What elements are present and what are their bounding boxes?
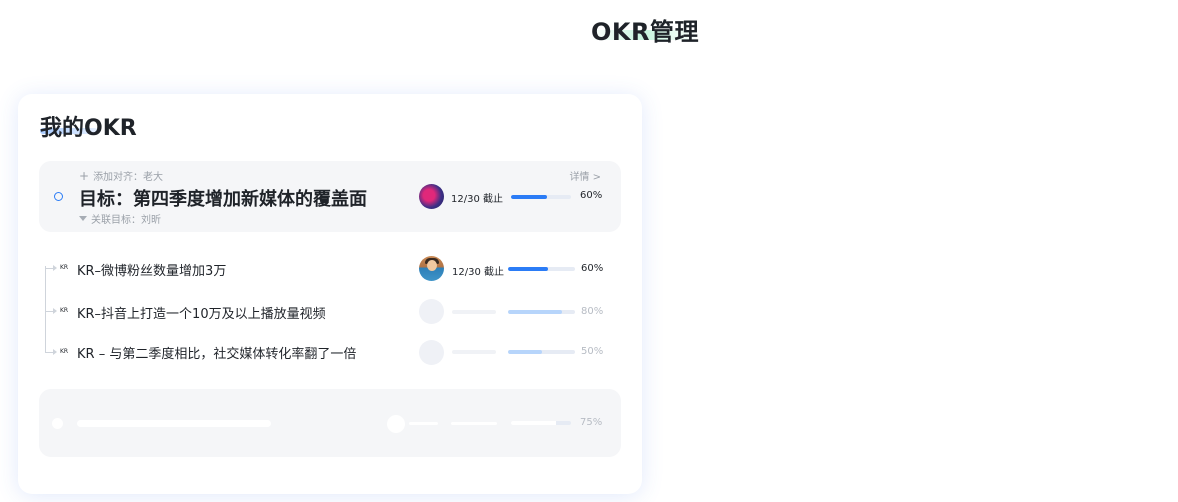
kr-owner-avatar[interactable] xyxy=(419,256,444,281)
tree-arrow-icon xyxy=(53,349,57,355)
kr-title[interactable]: KR–微博粉丝数量增加3万 xyxy=(77,260,226,279)
owner-avatar[interactable] xyxy=(419,184,444,209)
placeholder-line xyxy=(451,422,497,425)
kr-progress-fill xyxy=(508,350,542,354)
due-date-placeholder xyxy=(452,350,496,354)
card-title: 我的OKR xyxy=(40,116,137,141)
plus-icon: + xyxy=(79,168,90,183)
tree-connector xyxy=(45,266,46,352)
kr-progress-label: 50% xyxy=(581,346,604,357)
kr-progress-label: 60% xyxy=(581,263,604,274)
tree-arrow-icon xyxy=(53,308,57,314)
objective-panel[interactable]: + 添加对齐：老大 详情 > 目标：第四季度增加新媒体的覆盖面 关联目标：刘昕 … xyxy=(39,161,621,232)
page-title: OKR管理 xyxy=(591,18,699,46)
due-date-placeholder xyxy=(452,310,496,314)
tree-arrow-icon xyxy=(53,265,57,271)
objective-progress-fill xyxy=(511,195,547,199)
objective-title[interactable]: 目标：第四季度增加新媒体的覆盖面 xyxy=(79,185,367,211)
kr-progress-fill xyxy=(508,310,562,314)
kr-title[interactable]: KR – 与第二季度相比，社交媒体转化率翻了一倍 xyxy=(77,343,356,362)
kr-tag: KR xyxy=(60,348,69,355)
my-okr-card: 我的OKR + 添加对齐：老大 详情 > 目标：第四季度增加新媒体的覆盖面 关联… xyxy=(18,94,642,494)
kr-progress-bar xyxy=(508,310,575,314)
kr-progress-bar xyxy=(508,267,575,271)
objective-progress-bar xyxy=(511,195,571,199)
placeholder-progress-label: 75% xyxy=(580,417,603,428)
avatar-face xyxy=(427,260,437,271)
placeholder-dot xyxy=(52,418,63,429)
placeholder-line xyxy=(409,422,438,425)
detail-link[interactable]: 详情 > xyxy=(569,168,601,183)
kr-title[interactable]: KR–抖音上打造一个10万及以上播放量视频 xyxy=(77,303,326,322)
linked-objective[interactable]: 关联目标：刘昕 xyxy=(79,211,161,226)
kr-progress-bar xyxy=(508,350,575,354)
add-alignment[interactable]: + 添加对齐：老大 xyxy=(79,168,164,184)
kr-progress-label: 80% xyxy=(581,306,604,317)
objective-placeholder-panel: 75% xyxy=(39,389,621,457)
objective-due-date: 12/30 截止 xyxy=(451,194,503,205)
objective-status-dot xyxy=(54,192,63,201)
caret-down-icon xyxy=(79,216,87,221)
kr-owner-avatar-placeholder xyxy=(419,299,444,324)
kr-tag: KR xyxy=(60,264,69,271)
kr-tag: KR xyxy=(60,307,69,314)
align-label: 添加对齐：老大 xyxy=(93,172,164,183)
kr-owner-avatar-placeholder xyxy=(419,340,444,365)
linked-label: 关联目标：刘昕 xyxy=(91,215,161,226)
kr-due-date: 12/30 截止 xyxy=(452,267,504,278)
kr-progress-fill xyxy=(508,267,549,271)
placeholder-progress-fill xyxy=(511,421,556,425)
objective-progress-label: 60% xyxy=(580,190,603,201)
placeholder-title-line xyxy=(77,420,271,427)
placeholder-avatar xyxy=(387,415,405,433)
placeholder-progress-bar xyxy=(511,421,571,425)
